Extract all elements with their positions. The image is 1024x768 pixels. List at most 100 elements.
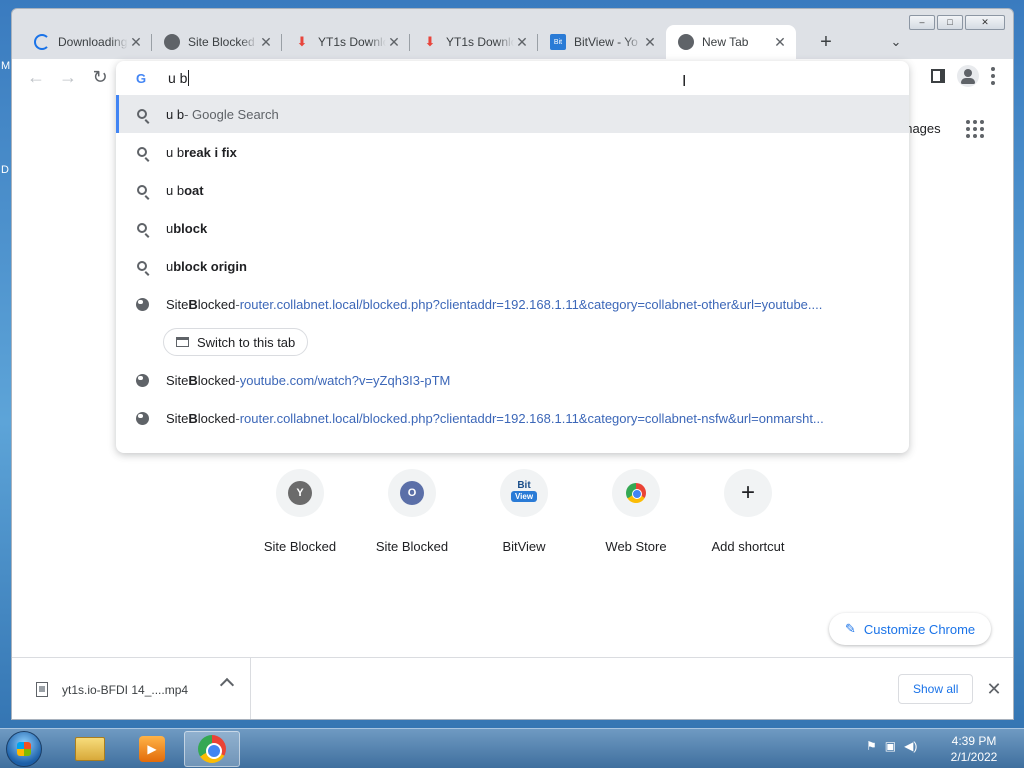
- tab-close-icon[interactable]: ✕: [772, 34, 788, 51]
- search-icon: [134, 261, 150, 271]
- history-title: Site: [166, 372, 189, 388]
- tab-close-icon[interactable]: ✕: [128, 34, 144, 51]
- taskbar-chrome[interactable]: [184, 731, 240, 767]
- close-download-bar-icon[interactable]: ✕: [984, 674, 1004, 704]
- search-icon: [134, 223, 150, 233]
- suggestion-history[interactable]: Site Blocked - youtube.com/watch?v=yZqh3…: [116, 361, 909, 399]
- tab-site-blocked[interactable]: Site Blocked ✕: [152, 25, 282, 59]
- shortcut-bitview[interactable]: Bit View BitView: [468, 469, 580, 554]
- customize-label: Customize Chrome: [863, 621, 976, 637]
- new-tab-button[interactable]: +: [812, 29, 840, 57]
- suggestion-history[interactable]: Site Blocked - router.collabnet.local/bl…: [116, 399, 909, 437]
- text-cursor-icon: I: [682, 73, 687, 90]
- shortcut-title: BitView: [502, 539, 546, 554]
- history-title: Site: [166, 410, 189, 426]
- suggestion-search[interactable]: u block: [116, 209, 909, 247]
- desktop-icon-label: M: [1, 60, 11, 72]
- volume-icon[interactable]: ◀): [904, 739, 917, 753]
- shortcut-add[interactable]: + Add shortcut: [692, 469, 804, 554]
- tab-bitview[interactable]: Bit BitView - Yo ✕: [538, 25, 666, 59]
- shortcut-title: Web Store: [605, 539, 667, 554]
- suggestion-text: u b: [166, 106, 185, 122]
- search-icon: [134, 185, 150, 195]
- omnibox-query-text[interactable]: u b: [168, 70, 190, 86]
- tab-yt1s-1[interactable]: ⬇ YT1s Downloader ✕: [282, 25, 410, 59]
- taskbar-clock[interactable]: 4:39 PM 2/1/2022: [942, 733, 1006, 765]
- back-button[interactable]: ←: [24, 65, 48, 89]
- loading-spinner-icon: [34, 34, 50, 50]
- globe-icon: [164, 34, 180, 50]
- shortcut-icon-tile: +: [724, 469, 772, 517]
- download-icon: ⬇: [296, 34, 308, 49]
- letter-avatar-icon: O: [400, 481, 424, 505]
- shortcut-icon-tile: O: [388, 469, 436, 517]
- letter-avatar-icon: Y: [288, 481, 312, 505]
- suggestion-history[interactable]: Site Blocked - router.collabnet.local/bl…: [116, 285, 909, 323]
- switch-tab-label: Switch to this tab: [197, 334, 296, 350]
- suggestion-text: u b: [166, 144, 185, 160]
- tab-downloading[interactable]: Downloading ✕: [22, 25, 152, 59]
- download-icon: ⬇: [424, 34, 436, 49]
- video-file-icon: [36, 682, 48, 697]
- shortcut-web-store[interactable]: Web Store: [580, 469, 692, 554]
- chrome-icon: [678, 34, 694, 50]
- network-icon[interactable]: ▣: [885, 739, 896, 753]
- shortcut-site-blocked-y[interactable]: Y Site Blocked: [244, 469, 356, 554]
- tab-title: YT1s Downloader: [318, 35, 386, 49]
- customize-chrome-button[interactable]: ✎ Customize Chrome: [829, 613, 992, 645]
- suggestion-search[interactable]: u block origin: [116, 247, 909, 285]
- menu-kebab-icon[interactable]: [991, 67, 995, 85]
- shortcut-title: Site Blocked: [263, 539, 337, 554]
- media-player-icon: ▶: [139, 736, 165, 762]
- tab-close-icon[interactable]: ✕: [642, 34, 658, 51]
- taskbar-explorer[interactable]: [62, 731, 118, 767]
- tab-close-icon[interactable]: ✕: [258, 34, 274, 51]
- suggestion-list: u b - Google Search u b reak i fix u b oat…: [116, 95, 909, 437]
- bitview-logo-icon: Bit View: [511, 480, 537, 506]
- chrome-icon: [198, 735, 226, 763]
- history-url: router.collabnet.local/blocked.php?clien…: [239, 410, 824, 426]
- tab-search-icon[interactable]: ⌄: [884, 31, 908, 55]
- bitview-logo-bottom: View: [511, 491, 537, 502]
- search-icon: [134, 147, 150, 157]
- suggestion-search[interactable]: u b - Google Search: [116, 95, 909, 133]
- chevron-up-icon[interactable]: [219, 677, 235, 693]
- web-store-icon: [626, 483, 646, 503]
- start-button[interactable]: [6, 731, 42, 767]
- tab-title: Downloading: [58, 35, 128, 49]
- tab-icon: [176, 337, 189, 347]
- switch-tab-row: Switch to this tab: [116, 323, 909, 361]
- download-item[interactable]: yt1s.io-BFDI 14_....mp4: [12, 658, 251, 719]
- omnibox-input[interactable]: G u b: [116, 61, 909, 95]
- download-file-name: yt1s.io-BFDI 14_....mp4: [62, 682, 189, 697]
- side-panel-icon[interactable]: [931, 69, 945, 83]
- windows-taskbar: ▶ ⚑ ▣ ◀) 4:39 PM 2/1/2022: [0, 728, 1024, 768]
- forward-button[interactable]: →: [56, 65, 80, 89]
- suggestion-search[interactable]: u b reak i fix: [116, 133, 909, 171]
- suggestion-search[interactable]: u b oat: [116, 171, 909, 209]
- suggestion-text: u: [166, 220, 174, 236]
- apps-grid-icon[interactable]: [966, 120, 984, 138]
- show-all-button[interactable]: Show all: [898, 674, 974, 704]
- tab-yt1s-2[interactable]: ⬇ YT1s Downloader ✕: [410, 25, 538, 59]
- system-tray: ⚑ ▣ ◀): [866, 739, 917, 753]
- suggestion-text: u b: [166, 182, 185, 198]
- shortcut-site-blocked-o[interactable]: O Site Blocked: [356, 469, 468, 554]
- reload-button[interactable]: ↻: [88, 65, 112, 89]
- bitview-logo-top: Bit: [517, 480, 531, 491]
- clock-date: 2/1/2022: [950, 750, 998, 764]
- globe-icon: [134, 297, 150, 311]
- switch-to-tab-button[interactable]: Switch to this tab: [163, 328, 309, 356]
- action-center-flag-icon[interactable]: ⚑: [866, 739, 877, 753]
- taskbar-media-player[interactable]: ▶: [124, 731, 180, 767]
- tab-new-tab[interactable]: New Tab ✕: [666, 25, 796, 59]
- tab-strip: Downloading ✕ Site Blocked ✕ ⬇ YT1s Down…: [12, 25, 1013, 59]
- bitview-icon: Bit: [550, 34, 566, 50]
- profile-avatar-icon[interactable]: [957, 65, 979, 87]
- tab-close-icon[interactable]: ✕: [386, 34, 402, 51]
- tab-close-icon[interactable]: ✕: [514, 34, 530, 51]
- chrome-window: – □ ✕ Downloading ✕ Site Blocked ✕ ⬇ YT1…: [11, 8, 1014, 720]
- history-title: Site: [166, 296, 189, 312]
- shortcut-title: Add shortcut: [711, 539, 785, 554]
- globe-icon: [134, 373, 150, 387]
